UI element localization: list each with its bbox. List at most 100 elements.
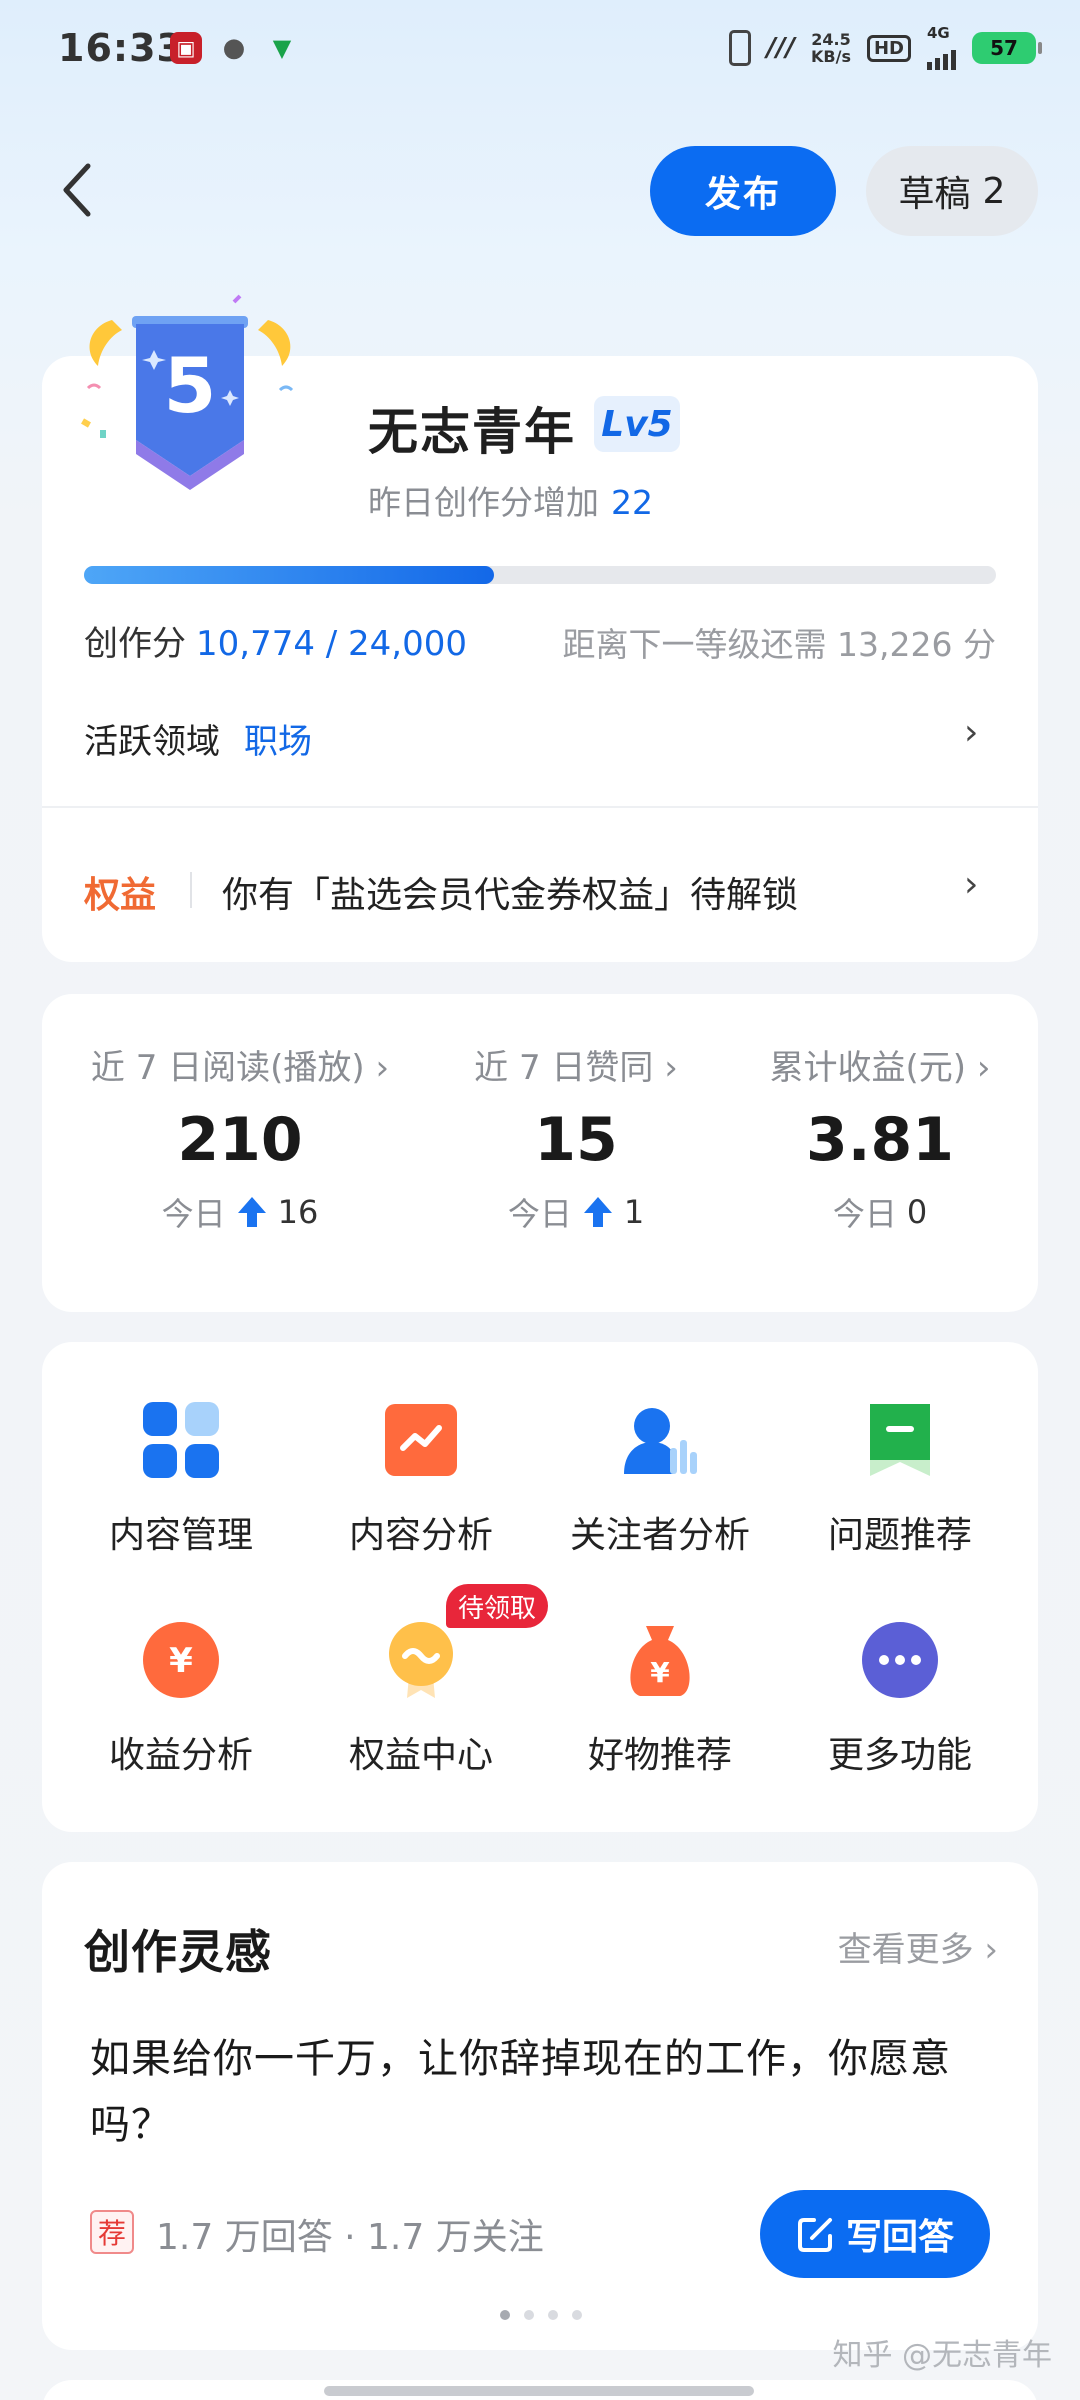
grid-icon [143, 1402, 219, 1478]
signal-strength-icon: /// [766, 33, 796, 63]
pending-claim-badge: 待领取 [446, 1584, 549, 1628]
today-value: 0 [906, 1193, 928, 1231]
benefit-text[interactable]: 你有「盐选会员代金券权益」待解锁 [222, 866, 798, 918]
watermark: 知乎 @无志青年 [832, 2338, 1052, 2373]
stat-label: 累计收益(元) › [769, 1048, 991, 1088]
carousel-indicator [500, 2310, 582, 2320]
benefit-label: 权益 [84, 875, 157, 916]
stat-value: 15 [534, 1105, 618, 1175]
today-label: 今日 [161, 1195, 226, 1233]
edit-icon [797, 2218, 832, 2252]
feature-label: 好物推荐 [587, 1735, 732, 1776]
question-meta: 1.7 万回答 · 1.7 万关注 [156, 2217, 544, 2258]
battery-level: 57 [990, 36, 1018, 60]
divider [42, 806, 1038, 808]
trend-chart-icon [385, 1404, 457, 1476]
network-type: 4G [927, 24, 950, 42]
medal-icon [389, 1622, 453, 1698]
money-bag-icon: ¥ [630, 1626, 690, 1696]
speed-unit: KB/s [811, 47, 851, 66]
feature-label: 权益中心 [348, 1735, 493, 1776]
see-more-link[interactable]: 查看更多 › [838, 1922, 998, 1971]
feature-label: 更多功能 [827, 1735, 972, 1776]
yesterday-label: 昨日创作分增加 [368, 483, 599, 522]
today-value: 16 [277, 1193, 319, 1231]
feature-follower-analysis[interactable]: 关注者分析 [560, 1400, 760, 1558]
svg-text:¥: ¥ [650, 1656, 670, 1689]
level-tag: Lv5 [594, 396, 680, 452]
next-level-hint: 距离下一等级还需 13,226 分 [562, 625, 996, 664]
inspiration-title: 创作灵感 [84, 1925, 272, 1979]
level-progress-fill [84, 566, 495, 584]
question-text[interactable]: 如果给你一千万，让你辞掉现在的工作，你愿意吗？ [90, 2026, 996, 2158]
question-flag-icon [870, 1404, 930, 1476]
back-button[interactable] [60, 160, 100, 220]
chevron-right-icon[interactable]: › [964, 864, 978, 905]
stat-value: 210 [177, 1105, 303, 1175]
hd-icon: HD [866, 34, 911, 62]
feature-label: 关注者分析 [569, 1515, 750, 1556]
feature-label: 内容管理 [108, 1515, 253, 1556]
user-name: 无志青年 [368, 403, 576, 461]
level-progress-bar [84, 566, 996, 584]
feature-income-analysis[interactable]: ¥ 收益分析 [81, 1620, 281, 1778]
battery-icon: 57 [972, 32, 1042, 64]
more-dots-icon [862, 1622, 938, 1698]
stat-label: 近 7 日阅读(播放) › [90, 1048, 390, 1088]
feature-more[interactable]: 更多功能 [800, 1620, 1000, 1778]
chevron-left-icon [63, 163, 91, 217]
drafts-label: 草稿 [898, 174, 971, 215]
write-answer-label: 写回答 [845, 2217, 954, 2258]
stat-today: 今日 16 [70, 1189, 410, 1235]
network-speed: 24.5 KB/s [811, 31, 851, 65]
system-icons: /// 24.5 KB/s HD 4G 57 [728, 26, 1042, 70]
stat-label: 近 7 日赞同 › [474, 1048, 678, 1088]
feature-label: 内容分析 [348, 1515, 493, 1556]
up-arrow-icon [583, 1197, 612, 1227]
stat-column[interactable]: 近 7 日阅读(播放) › 210 今日 16 [70, 1040, 410, 1235]
drafts-count: 2 [982, 170, 1006, 212]
bird-app-icon: ▼ [272, 34, 292, 62]
wechat-icon: ● [222, 33, 246, 63]
divider [190, 872, 192, 908]
stat-column[interactable]: 累计收益(元) › 3.81 今日 0 [760, 1040, 1000, 1235]
today-label: 今日 [507, 1195, 572, 1233]
chevron-right-icon[interactable]: › [964, 712, 978, 753]
yesterday-score: 昨日创作分增加 22 [368, 476, 653, 524]
score-value: 10,774 / 24,000 [196, 624, 468, 664]
svg-text:¥: ¥ [169, 1641, 193, 1681]
drafts-button[interactable]: 草稿 2 [866, 146, 1038, 236]
creation-score: 创作分 10,774 / 24,000 [84, 616, 467, 665]
badge-level-number: 5 [164, 341, 217, 430]
up-arrow-icon [237, 1197, 266, 1227]
bank-app-icon: ▣ [170, 32, 202, 64]
score-label: 创作分 [84, 624, 186, 664]
write-answer-button[interactable]: 写回答 [760, 2190, 990, 2278]
domain-label: 活跃领域 [84, 722, 220, 762]
feature-content-management[interactable]: 内容管理 [81, 1400, 281, 1558]
today-label: 今日 [832, 1195, 897, 1233]
feature-content-analysis[interactable]: 内容分析 [321, 1400, 521, 1558]
feature-goods-recommend[interactable]: ¥ 好物推荐 [560, 1620, 760, 1778]
today-value: 1 [623, 1193, 645, 1231]
status-time: 16:33 [58, 26, 184, 70]
speed-value: 24.5 [811, 30, 851, 49]
domain-value: 职场 [244, 722, 312, 762]
feature-question-recommend[interactable]: 问题推荐 [800, 1400, 1000, 1558]
yuan-coin-icon: ¥ [143, 1622, 219, 1698]
feature-label: 问题推荐 [827, 1515, 972, 1556]
notification-icons: ▣ ● ▼ [170, 32, 298, 64]
feature-label: 收益分析 [108, 1735, 253, 1776]
creator-center-page: 16:33 ▣ ● ▼ /// 24.5 KB/s HD 4G 57 发布 草稿… [0, 0, 1080, 2400]
recommend-tag: 荐 [90, 2210, 134, 2254]
status-bar: 16:33 ▣ ● ▼ /// 24.5 KB/s HD 4G 57 [0, 0, 1080, 100]
feature-benefit-center[interactable]: 权益中心 [321, 1620, 521, 1778]
active-domain-row[interactable]: 活跃领域 职场 [84, 714, 312, 763]
vibrate-icon [728, 30, 751, 66]
home-indicator[interactable] [324, 2386, 754, 2396]
stat-column[interactable]: 近 7 日赞同 › 15 今日 1 [446, 1040, 706, 1235]
stat-value: 3.81 [805, 1105, 955, 1175]
publish-button[interactable]: 发布 [650, 146, 836, 236]
stat-today: 今日 1 [446, 1189, 706, 1235]
cellular-icon: 4G [927, 26, 956, 70]
